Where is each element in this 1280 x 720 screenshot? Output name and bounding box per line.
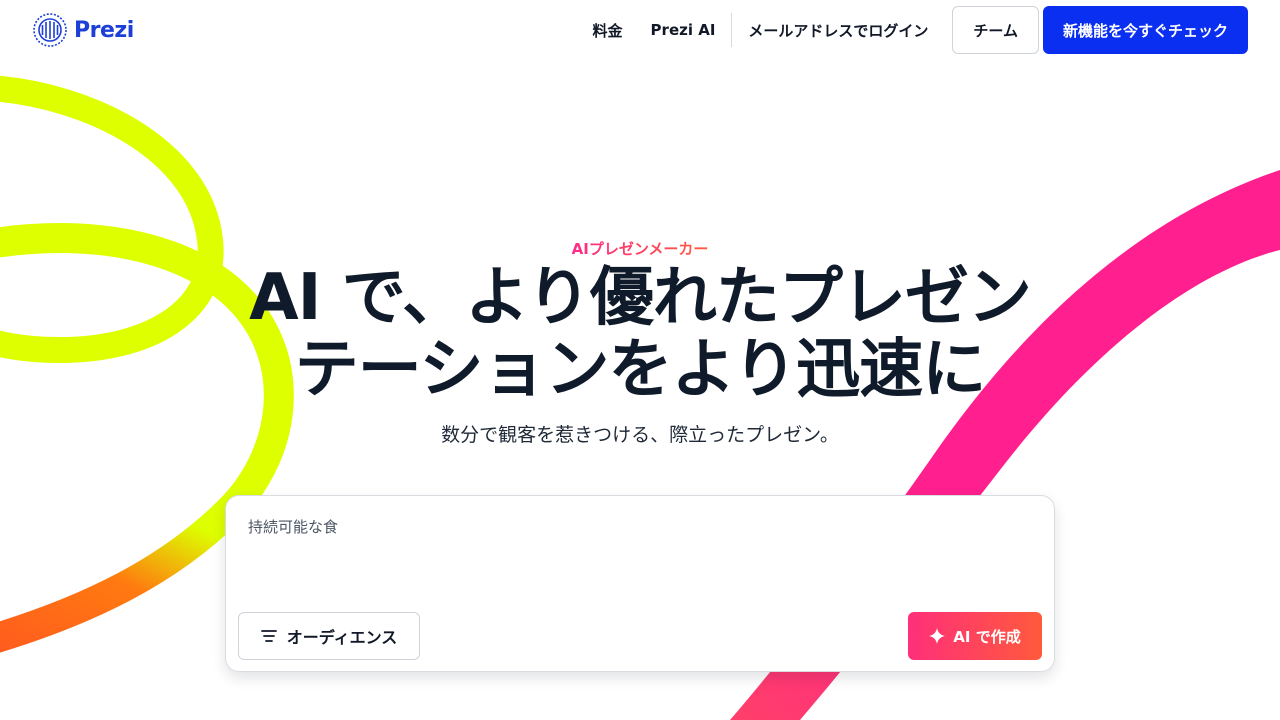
audience-button[interactable]: オーディエンス xyxy=(238,612,420,660)
hero-eyebrow: AIプレゼンメーカー xyxy=(0,238,1280,259)
hero-eyebrow-text: AIプレゼンメーカー xyxy=(571,240,709,258)
hero-headline: AI で、より優れたプレゼンテーションをより迅速に xyxy=(249,261,1032,407)
create-button-label: AI で作成 xyxy=(953,627,1021,646)
nav-prezi-ai-link[interactable]: Prezi AI xyxy=(637,21,730,39)
yellow-ribbon-top xyxy=(0,75,224,364)
main-nav: 料金 Prezi AI メールアドレスでログイン チーム 新機能を今すぐチェック xyxy=(579,6,1248,54)
check-new-features-button[interactable]: 新機能を今すぐチェック xyxy=(1042,6,1248,54)
prezi-logo-icon xyxy=(33,13,67,47)
filter-lines-icon xyxy=(260,629,277,643)
audience-button-label: オーディエンス xyxy=(286,628,398,647)
nav-login-link[interactable]: メールアドレスでログイン xyxy=(734,20,942,41)
ai-prompt-card: 持続可能な食 オーディエンス AI で作成 xyxy=(225,495,1055,672)
create-with-ai-button[interactable]: AI で作成 xyxy=(908,612,1042,660)
sparkle-icon xyxy=(929,628,946,644)
hero-subline: 数分で観客を惹きつける、際立ったプレゼン。 xyxy=(441,424,839,446)
nav-pricing-link[interactable]: 料金 xyxy=(579,20,637,41)
site-header: Prezi 料金 Prezi AI メールアドレスでログイン チーム 新機能を今… xyxy=(0,0,1280,60)
prezi-logo[interactable]: Prezi xyxy=(32,12,134,48)
topic-input[interactable]: 持続可能な食 xyxy=(248,516,1028,596)
nav-divider xyxy=(731,13,733,47)
team-button[interactable]: チーム xyxy=(952,6,1039,54)
brand-name: Prezi xyxy=(74,17,134,43)
